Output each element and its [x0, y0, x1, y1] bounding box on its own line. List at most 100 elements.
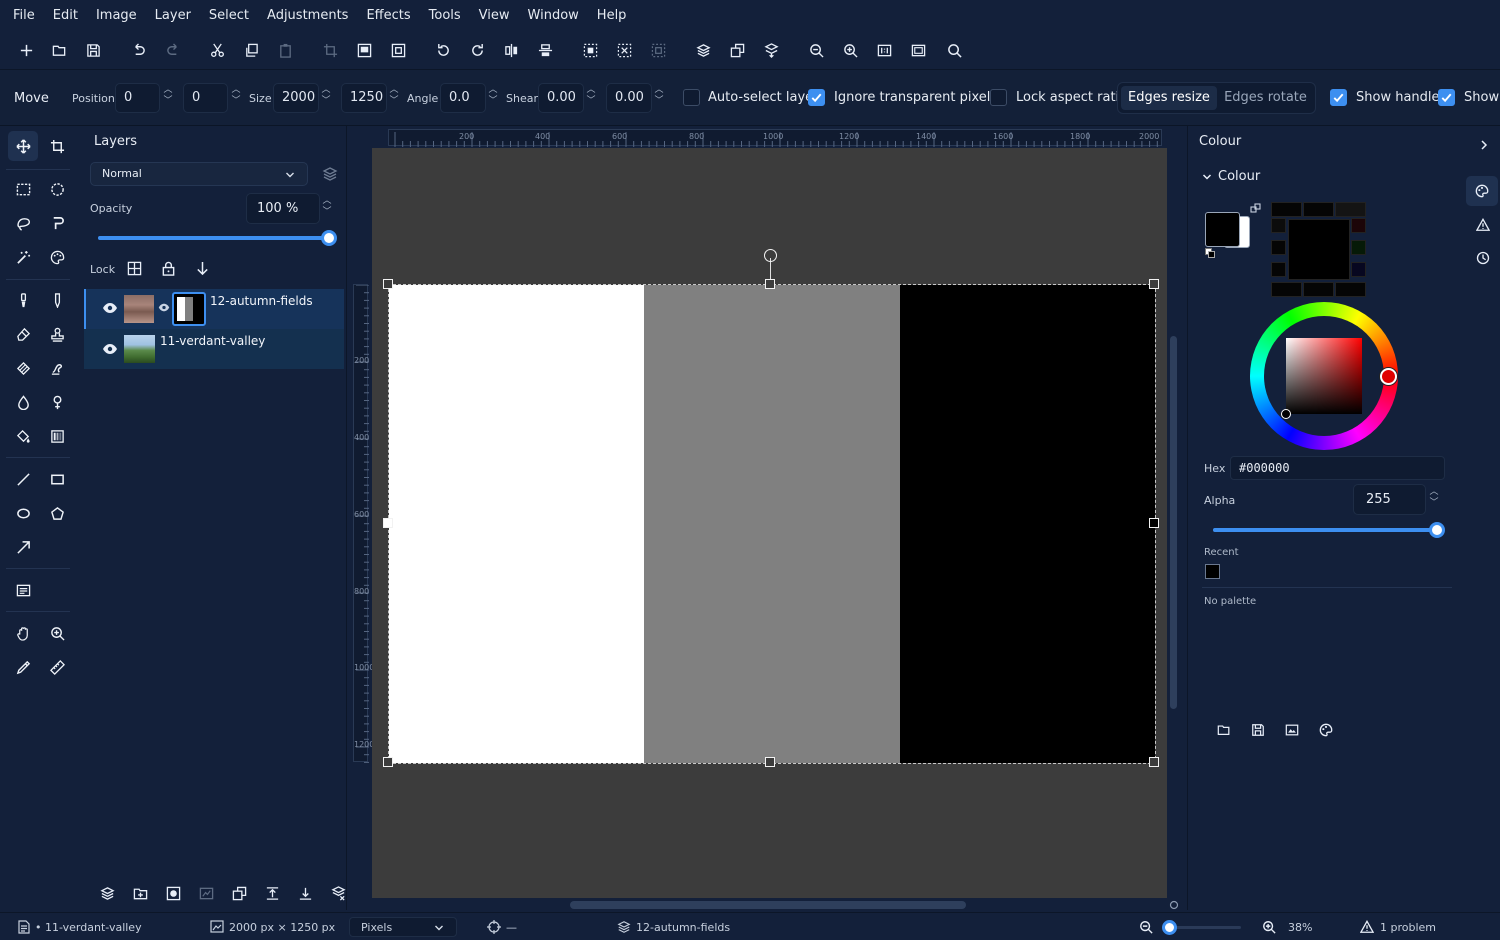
pencil-icon[interactable] — [42, 285, 72, 315]
duplicate-layer-icon[interactable] — [232, 886, 247, 901]
show-handles-checkbox[interactable] — [1330, 89, 1347, 106]
text-tool-icon[interactable] — [8, 575, 38, 605]
menu-select[interactable]: Select — [200, 8, 258, 23]
layer-mask-thumbnail[interactable] — [172, 292, 206, 326]
edges-resize-button[interactable]: Edges resize — [1121, 86, 1217, 110]
menu-layer[interactable]: Layer — [146, 8, 200, 23]
status-problems[interactable]: 1 problem — [1380, 921, 1436, 934]
hex-input[interactable]: #000000 — [1230, 456, 1445, 480]
invert-selection-icon[interactable] — [647, 39, 669, 61]
menu-effects[interactable]: Effects — [357, 8, 419, 23]
colour-variations-grid[interactable] — [1271, 202, 1367, 298]
zoom-tool-icon[interactable] — [42, 618, 72, 648]
chevron-right-icon[interactable] — [1479, 140, 1489, 150]
duplicate-layer-icon[interactable] — [726, 39, 748, 61]
menu-view[interactable]: View — [470, 8, 519, 23]
undo-icon[interactable] — [127, 39, 149, 61]
crop-tool-icon[interactable] — [42, 131, 72, 161]
lasso-icon[interactable] — [8, 208, 38, 238]
status-zoom-level[interactable]: 38% — [1288, 921, 1312, 934]
flip-vertical-icon[interactable] — [534, 39, 556, 61]
position-x-input[interactable]: 0 — [115, 83, 160, 113]
layer-row-autumn-fields[interactable]: 12-autumn-fields — [84, 289, 344, 329]
add-group-icon[interactable] — [133, 886, 148, 901]
shear-y-input[interactable]: 0.00 — [606, 83, 652, 113]
menu-file[interactable]: File — [0, 8, 44, 23]
size-height-stepper[interactable]: ︿ ﹀ — [389, 85, 399, 107]
shear-x-stepper[interactable]: ︿ ﹀ — [586, 85, 596, 107]
saturation-value-square[interactable] — [1286, 338, 1362, 414]
handle-bottom-right[interactable] — [1149, 757, 1159, 767]
save-icon[interactable] — [82, 39, 104, 61]
opacity-stepper[interactable]: ︿ ﹀ — [322, 196, 332, 218]
save-palette-icon[interactable] — [1251, 723, 1265, 737]
warning-icon[interactable] — [1360, 920, 1374, 934]
history-clock-icon[interactable] — [1476, 251, 1490, 265]
magic-wand-icon[interactable] — [8, 242, 38, 272]
move-layer-down-icon[interactable] — [298, 886, 313, 901]
handle-top-left[interactable] — [383, 279, 393, 289]
warning-icon[interactable] — [1476, 218, 1490, 232]
canvas-viewport[interactable] — [372, 148, 1167, 898]
gradient-fill-icon[interactable] — [42, 421, 72, 451]
move-layer-up-icon[interactable] — [265, 886, 280, 901]
zoom-slider-thumb[interactable] — [1162, 920, 1177, 935]
angle-input[interactable]: 0.0 — [440, 83, 486, 113]
auto-select-checkbox[interactable] — [683, 89, 700, 106]
position-x-stepper[interactable]: ︿ ﹀ — [163, 85, 173, 107]
recent-colour-swatch[interactable] — [1205, 564, 1220, 579]
handle-bottom-left[interactable] — [383, 757, 393, 767]
handle-top[interactable] — [765, 279, 775, 289]
add-layer-icon[interactable] — [100, 886, 115, 901]
merge-down-icon[interactable] — [760, 39, 782, 61]
crop-icon[interactable] — [319, 39, 341, 61]
size-width-stepper[interactable]: ︿ ﹀ — [321, 85, 331, 107]
copy-icon[interactable] — [240, 39, 262, 61]
primary-colour-swatch[interactable] — [1205, 212, 1240, 247]
position-y-stepper[interactable]: ︿ ﹀ — [231, 85, 241, 107]
ellipse-tool-icon[interactable] — [8, 498, 38, 528]
open-palette-icon[interactable] — [1217, 723, 1231, 737]
smudge-icon[interactable] — [42, 353, 72, 383]
alpha-slider[interactable] — [1213, 522, 1445, 538]
delete-layer-icon[interactable] — [331, 886, 346, 901]
deselect-icon[interactable] — [613, 39, 635, 61]
line-tool-icon[interactable] — [8, 464, 38, 494]
shear-y-stepper[interactable]: ︿ ﹀ — [654, 85, 664, 107]
menu-window[interactable]: Window — [519, 8, 588, 23]
layer-row-verdant-valley[interactable]: 11-verdant-valley — [84, 329, 344, 369]
rotate-left-icon[interactable] — [432, 39, 454, 61]
open-icon[interactable] — [48, 39, 70, 61]
rotate-handle[interactable] — [764, 249, 777, 262]
apply-mask-icon[interactable] — [199, 886, 214, 901]
size-width-input[interactable]: 2000 — [273, 83, 319, 113]
palette-from-image-icon[interactable] — [1285, 723, 1299, 737]
add-mask-icon[interactable] — [166, 886, 181, 901]
zoom-slider[interactable] — [1162, 920, 1241, 935]
menu-help[interactable]: Help — [588, 8, 636, 23]
search-icon[interactable] — [943, 39, 965, 61]
polygon-tool-icon[interactable] — [42, 498, 72, 528]
colour-select-icon[interactable] — [42, 242, 72, 272]
vertical-scrollbar[interactable] — [1170, 336, 1177, 709]
resize-canvas-icon[interactable] — [387, 39, 409, 61]
mask-link-eye-icon[interactable] — [158, 303, 170, 313]
menu-tools[interactable]: Tools — [420, 8, 470, 23]
lock-pixels-icon[interactable] — [127, 261, 142, 276]
arrow-tool-icon[interactable] — [8, 532, 38, 562]
position-y-input[interactable]: 0 — [183, 83, 228, 113]
resize-image-icon[interactable] — [353, 39, 375, 61]
opacity-slider[interactable] — [98, 230, 337, 246]
dodge-icon[interactable] — [42, 387, 72, 417]
zoom-in-icon[interactable] — [839, 39, 861, 61]
show-more-checkbox[interactable] — [1438, 89, 1455, 106]
handle-left[interactable] — [383, 518, 393, 528]
reset-colours-icon[interactable] — [1205, 248, 1215, 258]
hue-picker-handle[interactable] — [1380, 368, 1397, 385]
clone-stamp-icon[interactable] — [42, 319, 72, 349]
select-all-icon[interactable] — [579, 39, 601, 61]
ellipse-select-icon[interactable] — [42, 174, 72, 204]
menu-adjustments[interactable]: Adjustments — [258, 8, 357, 23]
units-select[interactable]: Pixels — [349, 917, 457, 937]
menu-edit[interactable]: Edit — [44, 8, 87, 23]
